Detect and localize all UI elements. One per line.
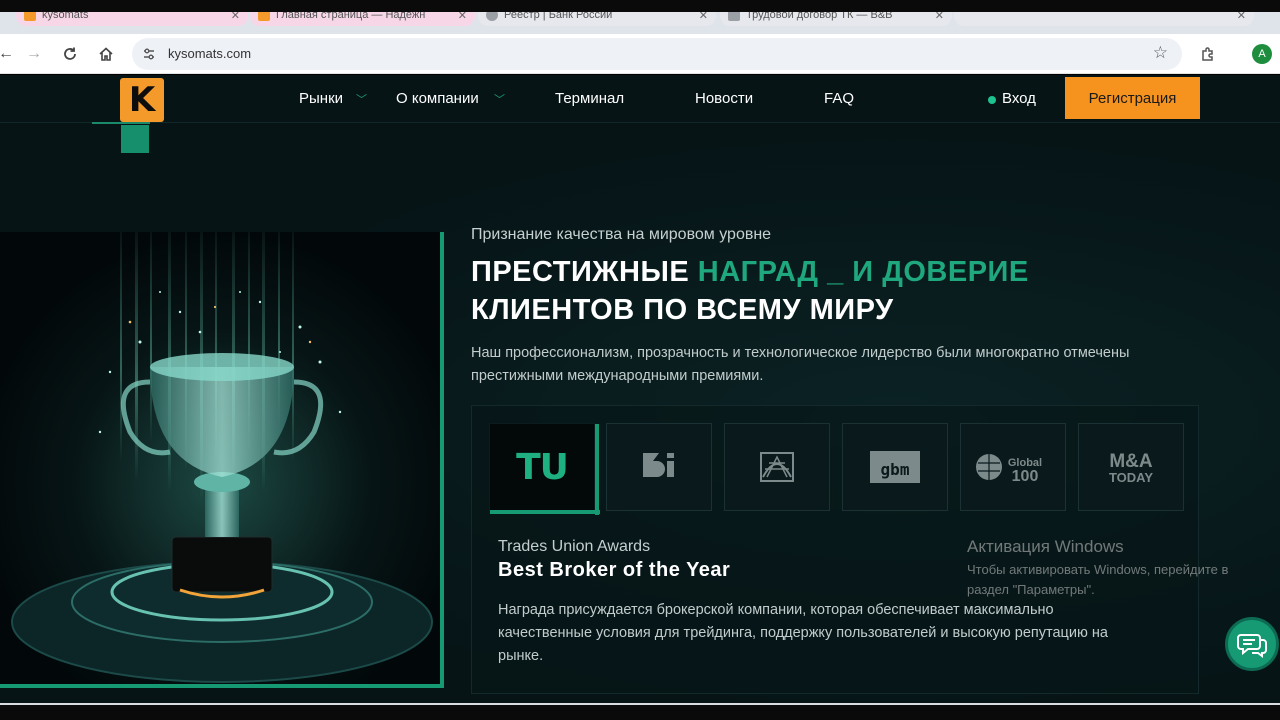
award-tile-gbm[interactable]: gbm bbox=[842, 423, 948, 511]
award-logo-global100: Global100 bbox=[976, 454, 1042, 485]
chat-bubble-icon[interactable] bbox=[1225, 617, 1279, 671]
site-info-icon[interactable] bbox=[140, 45, 158, 63]
tab-close-icon[interactable]: ✕ bbox=[1237, 12, 1246, 25]
award-tile-bi[interactable] bbox=[606, 423, 712, 511]
home-icon[interactable] bbox=[94, 42, 118, 66]
windows-activation-text: Чтобы активировать Windows, перейдите в … bbox=[967, 562, 1229, 597]
logo-accent-block bbox=[121, 125, 149, 153]
tab-close-icon[interactable]: ✕ bbox=[458, 12, 467, 25]
login-status-dot bbox=[988, 96, 996, 104]
browser-tab[interactable]: Реестр | Банк России ✕ bbox=[478, 12, 716, 26]
extensions-puzzle-icon[interactable] bbox=[1198, 44, 1218, 64]
address-bar[interactable]: kysomats.com ☆ bbox=[132, 38, 1182, 70]
profile-avatar[interactable]: A bbox=[1252, 44, 1272, 64]
chevron-down-icon: ﹀ bbox=[494, 94, 505, 106]
register-button[interactable]: Регистрация bbox=[1065, 77, 1200, 119]
bookmark-star-icon[interactable]: ☆ bbox=[1153, 43, 1168, 63]
url-text[interactable]: kysomats.com bbox=[168, 46, 251, 61]
web-page: K Рынки ﹀ О компании ﹀ Терминал Новости … bbox=[0, 75, 1280, 705]
browser-tab[interactable]: Трудовой договор ТК — B&B ✕ bbox=[720, 12, 952, 26]
browser-toolbar: ← → kysomats.com ☆ A bbox=[0, 34, 1280, 74]
tab-favicon-icon bbox=[486, 12, 498, 21]
back-arrow-icon[interactable]: ← bbox=[0, 42, 18, 66]
nav-about[interactable]: О компании bbox=[396, 90, 479, 107]
section-description: Наш профессионализм, прозрачность и техн… bbox=[471, 345, 1130, 384]
award-tile-globe[interactable] bbox=[724, 423, 830, 511]
award-logo-gbm: gbm bbox=[870, 451, 920, 483]
award-name: Trades Union Awards bbox=[498, 538, 651, 555]
screen-top-bar bbox=[0, 0, 1280, 12]
tab-label: Трудовой договор ТК — B&B bbox=[746, 12, 893, 21]
browser-tab[interactable]: ✕ bbox=[954, 12, 1254, 26]
windows-activation-title: Активация Windows bbox=[967, 537, 1124, 556]
headline-line2: КЛИЕНТОВ ПО ВСЕМУ МИРУ bbox=[471, 294, 894, 326]
tab-label: Реестр | Банк России bbox=[504, 12, 613, 21]
tab-favicon-icon bbox=[728, 12, 740, 21]
award-logo-bi bbox=[643, 453, 674, 477]
reload-icon[interactable] bbox=[58, 42, 82, 66]
headline-accent: НАГРАД _ И ДОВЕРИЕ bbox=[697, 256, 1029, 288]
award-tile-tu[interactable]: TU bbox=[489, 423, 600, 515]
svg-text:M&A: M&A bbox=[1109, 451, 1153, 472]
svg-text:100: 100 bbox=[1012, 468, 1039, 485]
award-tile-ma-today[interactable]: M&A TODAY bbox=[1078, 423, 1184, 511]
browser-tab[interactable]: kysomats ✕ bbox=[16, 12, 248, 26]
award-logo-globe-icon bbox=[760, 452, 794, 482]
tab-close-icon[interactable]: ✕ bbox=[699, 12, 708, 25]
section-subtitle: Признание качества на мировом уровне bbox=[471, 226, 772, 243]
award-tile-global100[interactable]: Global 100 bbox=[960, 423, 1066, 511]
trophy-image bbox=[0, 232, 444, 688]
tab-close-icon[interactable]: ✕ bbox=[935, 12, 944, 25]
site-logo[interactable]: K bbox=[120, 78, 164, 122]
nav-news[interactable]: Новости bbox=[695, 90, 753, 107]
award-description: Награда присуждается брокерской компании… bbox=[498, 602, 1108, 664]
browser-tabstrip: kysomats ✕ Главная страница — Надежн ✕ Рее… bbox=[0, 12, 1280, 34]
award-logo-ma-today: M&ATODAY bbox=[1109, 451, 1153, 485]
screen-bottom-bar bbox=[0, 705, 1280, 720]
logo-letter: K bbox=[128, 80, 156, 120]
chevron-down-icon: ﹀ bbox=[356, 94, 367, 106]
tab-favicon-icon bbox=[24, 12, 36, 21]
site-header: K Рынки ﹀ О компании ﹀ Терминал Новости … bbox=[0, 75, 1280, 153]
award-logo-gbm-text: gbm bbox=[881, 460, 910, 479]
login-link[interactable]: Вход bbox=[1002, 90, 1036, 107]
nav-markets[interactable]: Рынки bbox=[299, 90, 343, 107]
headline-part: ПРЕСТИЖНЫЕ bbox=[471, 256, 698, 288]
svg-text:TODAY: TODAY bbox=[1109, 470, 1153, 485]
award-title: Best Broker of the Year bbox=[498, 559, 731, 581]
image-accent-border bbox=[0, 684, 444, 688]
tab-favicon-icon bbox=[258, 12, 270, 21]
image-accent-border bbox=[440, 232, 444, 688]
tab-close-icon[interactable]: ✕ bbox=[231, 12, 240, 25]
tab-label: kysomats bbox=[42, 12, 89, 21]
browser-tab[interactable]: Главная страница — Надежн ✕ bbox=[250, 12, 475, 26]
forward-arrow-icon[interactable]: → bbox=[22, 42, 46, 66]
nav-faq[interactable]: FAQ bbox=[824, 90, 854, 107]
logo-underline bbox=[92, 122, 150, 124]
nav-terminal[interactable]: Терминал bbox=[555, 90, 624, 107]
award-logo-tu: TU bbox=[516, 446, 569, 488]
tab-label: Главная страница — Надежн bbox=[276, 12, 426, 21]
section-headline: ПРЕСТИЖНЫЕ НАГРАД _ И ДОВЕРИЕ КЛИЕНТОВ П… bbox=[471, 253, 1029, 329]
